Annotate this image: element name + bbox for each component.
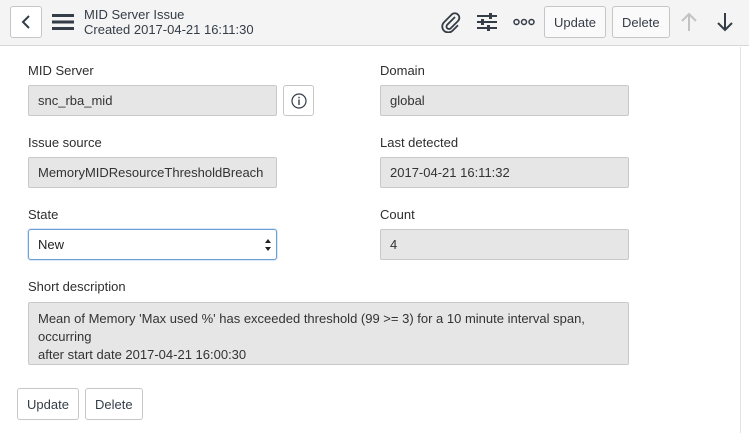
settings-button[interactable]	[476, 10, 498, 34]
domain-label: Domain	[380, 63, 425, 78]
domain-field[interactable]: global	[380, 85, 629, 116]
short-description-line-1: Mean of Memory 'Max used %' has exceeded…	[38, 311, 585, 344]
settings-icon	[477, 13, 497, 31]
footer-delete-button[interactable]: Delete	[85, 388, 143, 420]
select-arrows-icon	[265, 239, 271, 251]
next-record-button[interactable]	[714, 10, 736, 34]
info-icon	[290, 92, 307, 109]
short-description-label: Short description	[28, 279, 126, 294]
more-icon	[513, 18, 535, 26]
state-value: New	[38, 237, 65, 252]
arrow-up-icon	[681, 12, 697, 31]
back-icon	[21, 15, 30, 29]
count-label: Count	[380, 207, 415, 222]
short-description-field[interactable]: Mean of Memory 'Max used %' has exceeded…	[28, 302, 629, 365]
attachment-button[interactable]	[440, 10, 462, 34]
mid-server-label: MID Server	[28, 63, 94, 78]
last-detected-label: Last detected	[380, 135, 459, 150]
state-select[interactable]: New	[28, 229, 277, 260]
mid-server-info-button[interactable]	[283, 85, 314, 116]
arrow-down-icon	[717, 13, 733, 32]
header-update-button[interactable]: Update	[544, 6, 606, 38]
footer-update-button[interactable]: Update	[17, 388, 79, 420]
previous-record-button[interactable]	[678, 10, 700, 34]
back-button[interactable]	[10, 6, 42, 38]
menu-icon[interactable]	[52, 12, 74, 32]
issue-source-label: Issue source	[28, 135, 102, 150]
more-button[interactable]	[512, 10, 536, 34]
last-detected-field[interactable]: 2017-04-21 16:11:32	[380, 157, 629, 188]
attachment-icon	[441, 12, 461, 33]
issue-source-field[interactable]: MemoryMIDResourceThresholdBreach	[28, 157, 277, 188]
scrollbar[interactable]	[740, 47, 741, 433]
title-block: MID Server Issue Created 2017-04-21 16:1…	[84, 7, 254, 37]
header-delete-button[interactable]: Delete	[612, 6, 670, 38]
count-field[interactable]: 4	[380, 229, 629, 260]
page-title: MID Server Issue	[84, 7, 185, 22]
mid-server-field[interactable]: snc_rba_mid	[28, 85, 277, 116]
short-description-line-2: after start date 2017-04-21 16:00:30	[38, 347, 247, 362]
state-label: State	[28, 207, 59, 222]
form-header: MID Server Issue Created 2017-04-21 16:1…	[0, 0, 749, 46]
page-subtitle: Created 2017-04-21 16:11:30	[84, 22, 254, 37]
